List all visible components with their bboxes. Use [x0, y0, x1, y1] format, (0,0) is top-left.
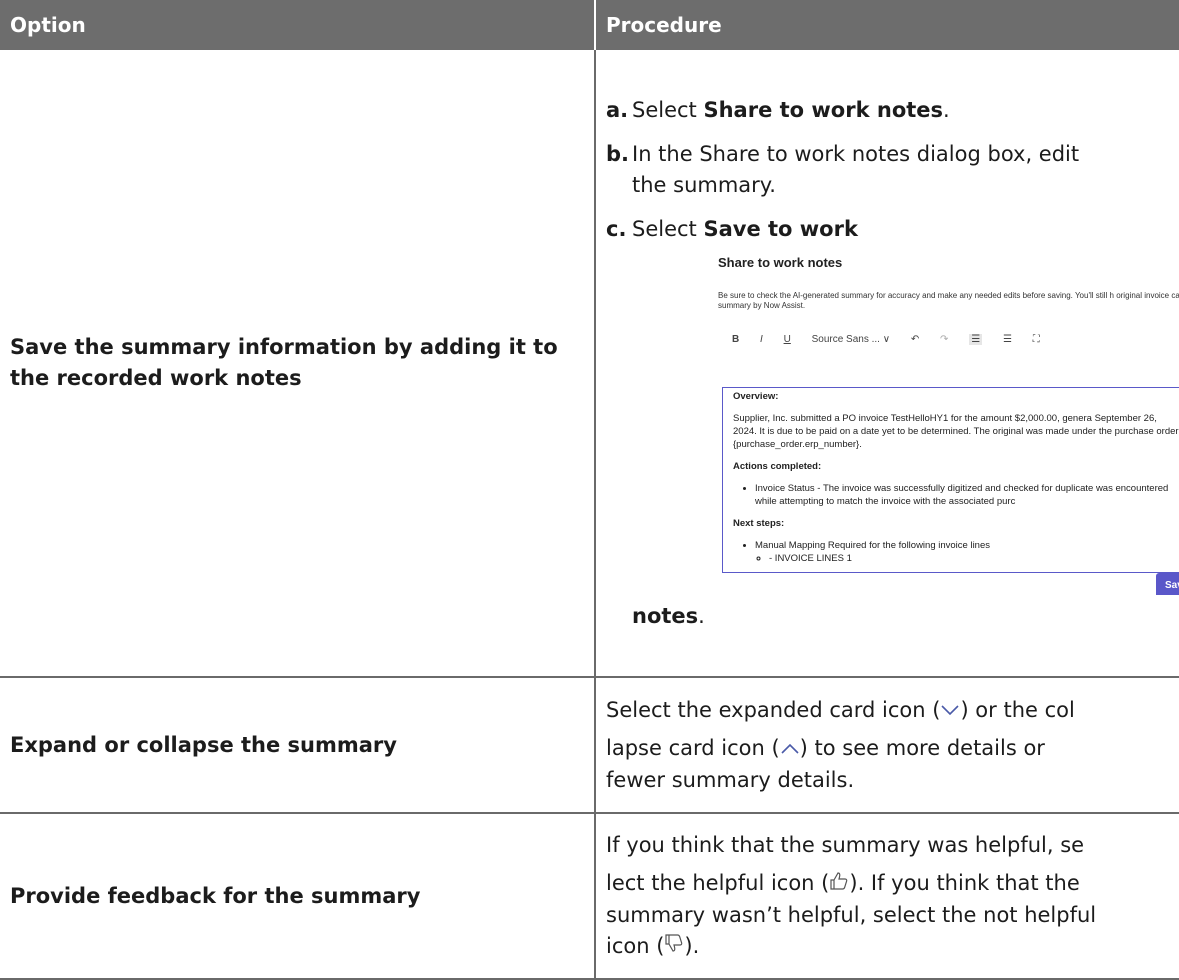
table-header-row: Option Procedure — [0, 0, 1179, 50]
step-label: b. — [606, 141, 630, 166]
fullscreen-icon: ⛶ — [1032, 333, 1040, 345]
bold-icon: B — [732, 333, 740, 345]
dialog-description: Be sure to check the AI-generated summar… — [718, 290, 1179, 310]
step-text: Select Share to work notes. — [632, 97, 950, 122]
next-steps-heading: Next steps: — [733, 517, 785, 529]
options-table: Option Procedure Save the summary inform… — [0, 0, 1179, 980]
chevron-up-icon — [780, 734, 800, 765]
next-steps-item: Manual Mapping Required for the followin… — [755, 539, 1179, 552]
header-procedure: Procedure — [595, 0, 1179, 50]
save-to-work-notes-term: Save to work — [703, 216, 858, 241]
option-feedback: Provide feedback for the summary — [0, 813, 596, 980]
save-button: Sav — [1156, 572, 1179, 595]
underline-icon: U — [783, 333, 791, 345]
step-a: a. Select Share to work notes. — [606, 95, 1179, 126]
font-select: Source Sans ... ∨ — [811, 333, 891, 345]
step-text: In the Share to work notes dialog box, e… — [632, 141, 1080, 197]
next-steps-subitem: - INVOICE LINES 1 — [769, 552, 1179, 565]
chevron-down-icon — [940, 695, 960, 726]
step-b: b. In the Share to work notes dialog box… — [606, 139, 1179, 201]
option-save-summary: Save the summary information by adding i… — [0, 50, 596, 678]
editor-toolbar: B I U Source Sans ... ∨ ↶ ↷ ☰ ☰ ⛶ — [718, 333, 1179, 347]
table-row: Expand or collapse the summary Select th… — [0, 677, 1179, 814]
redo-icon: ↷ — [940, 333, 949, 345]
share-to-work-notes-term: Share to work notes — [703, 97, 944, 122]
step-text: Select Save to work — [632, 216, 858, 241]
share-dialog-screenshot: Share to work notes Be sure to check the… — [718, 255, 1179, 595]
thumbs-down-icon — [664, 931, 684, 962]
table-row: Save the summary information by adding i… — [0, 50, 1179, 678]
step-c: c. Select Save to work — [606, 214, 1179, 245]
overview-text: Supplier, Inc. submitted a PO invoice Te… — [733, 412, 1179, 450]
thumbs-up-icon — [829, 869, 849, 900]
actions-item: Invoice Status - The invoice was success… — [755, 482, 1179, 508]
numbered-list-icon: ☰ — [1002, 333, 1012, 345]
overview-heading: Overview: — [733, 390, 779, 402]
undo-icon: ↶ — [910, 333, 920, 345]
procedure-expand-collapse: Select the expanded card icon () or the … — [595, 677, 1179, 814]
option-expand-collapse: Expand or collapse the summary — [0, 677, 596, 814]
bullet-list-icon: ☰ — [969, 333, 983, 345]
summary-editor: Overview: Supplier, Inc. submitted a PO … — [722, 386, 1179, 573]
procedure-save-summary: a. Select Share to work notes. b. In the… — [595, 50, 1179, 678]
header-option: Option — [0, 0, 596, 50]
table-row: Provide feedback for the summary If you … — [0, 813, 1179, 980]
step-label: a. — [606, 97, 629, 122]
step-label: c. — [606, 216, 627, 241]
dialog-title: Share to work notes — [718, 254, 843, 270]
italic-icon: I — [760, 333, 763, 345]
actions-heading: Actions completed: — [733, 460, 822, 472]
procedure-feedback: If you think that the summary was helpfu… — [595, 813, 1179, 980]
step-c-continuation: notes. — [632, 603, 705, 628]
